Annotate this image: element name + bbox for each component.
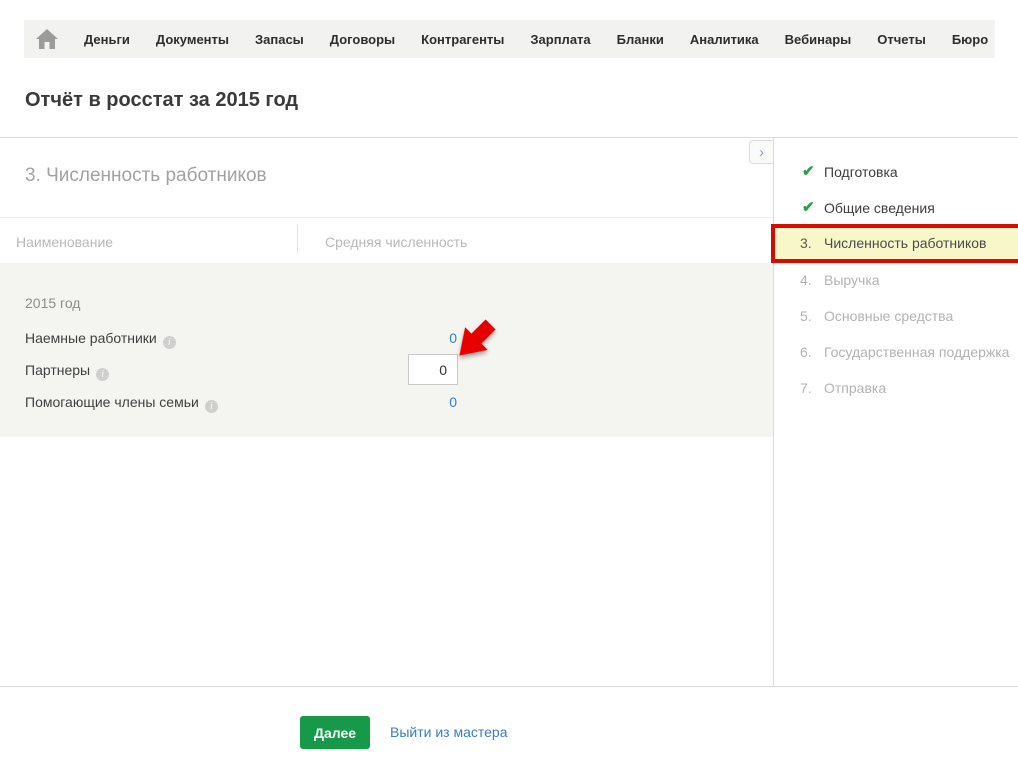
step-number: 6.	[800, 344, 812, 360]
helping-family-value-link[interactable]: 0	[325, 394, 457, 410]
check-icon: ✔	[802, 199, 815, 216]
step-number: 3.	[800, 235, 812, 251]
nav-item-bureau[interactable]: Бюро	[952, 32, 988, 47]
step-label: Выручка	[824, 272, 880, 288]
row-label-text: Партнеры	[25, 362, 91, 378]
step-number: 7.	[800, 380, 812, 396]
row-label-partners: Партнеры i	[25, 362, 110, 381]
nav-item-contracts[interactable]: Договоры	[330, 32, 395, 47]
info-icon[interactable]: i	[96, 368, 110, 381]
info-icon[interactable]: i	[204, 400, 218, 413]
step-sending[interactable]: 7. Отправка	[773, 378, 1018, 398]
nav-item-salary[interactable]: Зарплата	[530, 32, 590, 47]
step-fixed-assets[interactable]: 5. Основные средства	[773, 306, 1018, 326]
row-label-hired-workers: Наемные работники i	[25, 330, 176, 349]
step-employee-count-current[interactable]: 3. Численность работников	[775, 228, 1018, 259]
row-label-text: Помогающие члены семьи	[25, 394, 199, 410]
step-label: Отправка	[824, 380, 887, 396]
nav-item-analytics[interactable]: Аналитика	[690, 32, 759, 47]
nav-item-money[interactable]: Деньги	[84, 32, 130, 47]
nav-item-reports[interactable]: Отчеты	[877, 32, 926, 47]
nav-item-stocks[interactable]: Запасы	[255, 32, 304, 47]
page-title: Отчёт в росстат за 2015 год	[25, 89, 299, 111]
check-icon: ✔	[802, 163, 815, 180]
exit-wizard-link[interactable]: Выйти из мастера	[390, 724, 508, 740]
info-icon[interactable]: i	[162, 336, 176, 349]
step-label: Численность работников	[824, 235, 987, 251]
step-number: 5.	[800, 308, 812, 324]
table-header-border	[0, 217, 773, 218]
nav-item-documents[interactable]: Документы	[156, 32, 229, 47]
content-top-border	[0, 137, 1018, 138]
step-revenue[interactable]: 4. Выручка	[773, 270, 1018, 290]
step-label: Государственная поддержка	[824, 344, 1010, 360]
nav-item-counterparties[interactable]: Контрагенты	[421, 32, 504, 47]
column-divider	[297, 225, 298, 253]
home-icon[interactable]	[36, 29, 58, 49]
row-label-text: Наемные работники	[25, 330, 157, 346]
top-navigation: Деньги Документы Запасы Договоры Контраг…	[24, 20, 995, 58]
collapse-sidebar-button[interactable]: ›	[749, 140, 773, 164]
partners-count-input[interactable]	[408, 354, 458, 385]
step-number: 4.	[800, 272, 812, 288]
step-label: Подготовка	[824, 164, 898, 180]
step-label: Общие сведения	[824, 200, 935, 216]
nav-item-forms[interactable]: Бланки	[617, 32, 664, 47]
section-title: 3. Численность работников	[25, 165, 267, 186]
row-label-helping-family-members: Помогающие члены семьи i	[25, 394, 218, 413]
year-group-label: 2015 год	[25, 295, 81, 311]
step-label: Основные средства	[824, 308, 954, 324]
step-general-info[interactable]: ✔ Общие сведения	[773, 198, 1018, 218]
column-header-average-count: Средняя численность	[325, 234, 468, 250]
step-preparation[interactable]: ✔ Подготовка	[773, 162, 1018, 182]
column-header-name: Наименование	[16, 234, 114, 250]
nav-item-webinars[interactable]: Вебинары	[785, 32, 852, 47]
hired-workers-value-link[interactable]: 0	[325, 330, 457, 346]
step-state-support[interactable]: 6. Государственная поддержка	[773, 342, 1018, 362]
content-sidebar-divider	[773, 137, 774, 686]
next-button[interactable]: Далее	[300, 716, 370, 749]
chevron-right-icon: ›	[759, 143, 764, 161]
content-bottom-border	[0, 686, 1018, 687]
